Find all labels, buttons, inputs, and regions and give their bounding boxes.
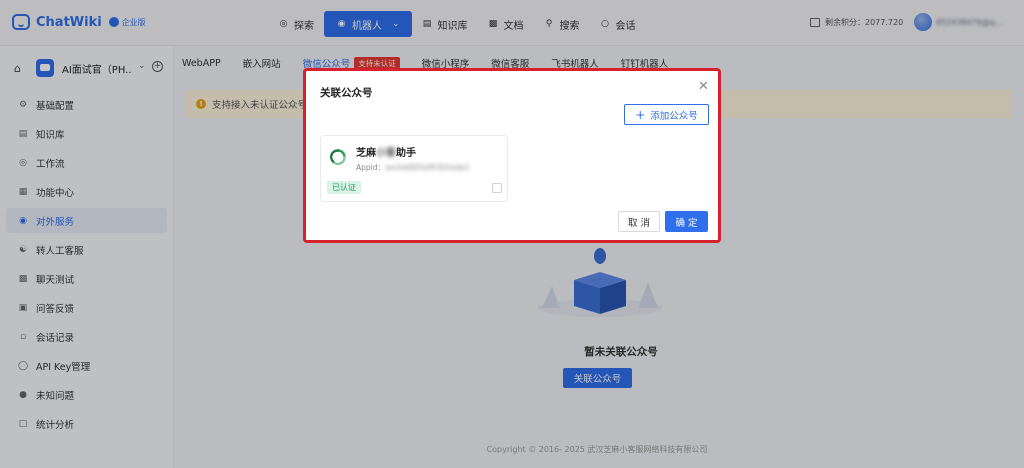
wechat-account-logo-icon [330, 149, 346, 165]
appid-value: wx2e6805ef63b5ede3 [385, 163, 470, 172]
account-name: 芝麻小客助手 [356, 144, 416, 159]
link-official-account-dialog: 关联公众号 ✕ + 添加公众号 芝麻小客助手 Appid：wx2e6805ef6… [303, 68, 721, 243]
select-checkbox[interactable] [492, 183, 502, 193]
plus-icon: + [635, 107, 646, 122]
official-account-card[interactable]: 芝麻小客助手 Appid：wx2e6805ef63b5ede3 已认证 [320, 135, 508, 202]
appid-label: Appid： [356, 163, 385, 172]
cancel-button[interactable]: 取 消 [618, 211, 660, 232]
account-name-end: 助手 [396, 148, 416, 159]
account-name-start: 芝麻 [356, 148, 376, 159]
add-official-account-button[interactable]: + 添加公众号 [624, 104, 709, 125]
account-appid: Appid：wx2e6805ef63b5ede3 [356, 162, 469, 173]
dialog-title: 关联公众号 [320, 87, 373, 99]
add-official-account-label: 添加公众号 [650, 110, 698, 122]
confirm-button[interactable]: 确 定 [665, 211, 708, 232]
close-icon[interactable]: ✕ [698, 80, 709, 93]
account-name-redacted: 小客 [376, 148, 396, 159]
verified-badge: 已认证 [327, 181, 361, 194]
